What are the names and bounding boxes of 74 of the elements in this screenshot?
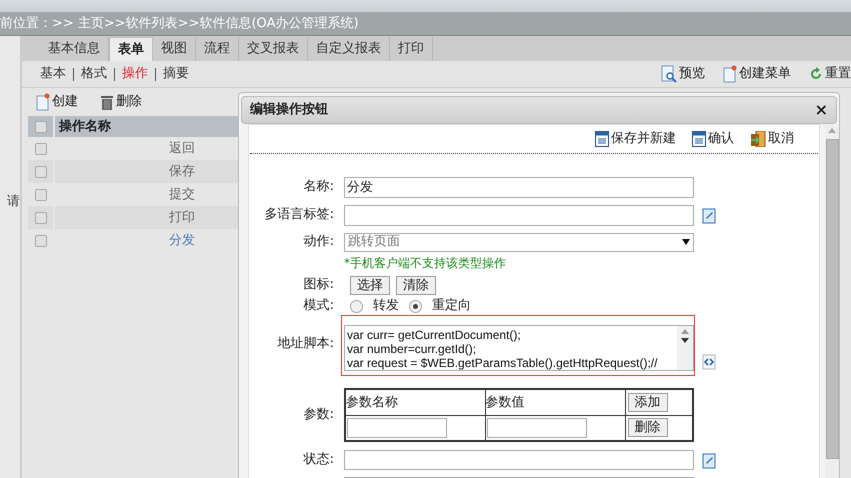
field-label: 地址脚本: [276,335,335,354]
magnifier-document-icon [661,65,677,83]
field-label: 名称: [302,178,335,196]
checkbox[interactable] [34,166,46,178]
label-field[interactable] [344,204,694,226]
checkbox[interactable] [34,120,46,132]
name-field[interactable]: 分发 [344,176,694,198]
radio-button[interactable] [409,300,422,312]
form-button[interactable]: 删除 [628,418,668,437]
table-cell[interactable]: 提交 [55,183,238,206]
table-cell[interactable]: 保存 [55,160,238,183]
table-cell[interactable]: 分发 [55,229,238,252]
code-icon[interactable] [702,354,716,370]
field-label: 状态: [302,451,335,470]
sub-tab[interactable]: 摘要 [163,64,189,84]
radio-label: 转发 [373,297,399,316]
table-cell[interactable]: 返回 [55,137,238,160]
save-icon [692,131,706,147]
action-select[interactable]: 跳转页面 [344,232,694,252]
checkbox[interactable] [34,212,46,224]
checkbox[interactable] [34,142,46,154]
code-line: var curr= getCurrentDocument(); [347,328,522,342]
form-button[interactable]: 清除 [396,276,436,294]
param-value-field[interactable] [486,418,586,438]
field-label: 动作: [302,233,335,252]
dropdown-arrow-icon [682,239,690,245]
door-exit-icon [750,131,766,147]
form-button[interactable]: 添加 [628,392,668,412]
column-header: 参数值 [485,389,625,415]
checkbox[interactable] [34,188,46,200]
edit-icon[interactable] [702,452,716,468]
trash-icon [100,94,114,110]
sub-tab[interactable]: 基本 [40,64,66,84]
dialog-title: 编辑操作按钮 [250,100,329,120]
refresh-icon [809,67,823,81]
scrollbar[interactable] [825,124,839,478]
toolbar-button[interactable]: 创建菜单 [723,64,791,84]
warning-note: *手机客户端不支持该类型操作 [344,255,506,272]
table-cell[interactable]: 打印 [55,206,238,229]
field-label: 参数: [302,406,335,424]
sub-tab[interactable]: 操作 [122,64,148,84]
edit-icon[interactable] [702,206,716,224]
field-label: 多语言标签: [264,206,335,224]
field-label: 图标: [302,276,335,294]
code-line: var request = $WEB.getParamsTable().getHttpRequest();// [347,356,658,370]
toolbar-button[interactable]: 创建 [36,92,78,112]
toolbar-button[interactable]: 预览 [661,64,705,84]
toolbar-button[interactable]: 取消 [750,129,794,149]
status-field[interactable] [344,450,694,470]
checkbox[interactable] [34,234,46,246]
toolbar-button[interactable]: 保存并新建 [595,129,676,149]
toolbar-button[interactable]: 删除 [100,92,142,112]
radio-label: 重定向 [432,297,471,316]
param-name-field[interactable] [347,418,447,438]
radio-button[interactable] [350,300,363,312]
code-line: var number=curr.getId(); [347,342,478,356]
form-button[interactable]: 选择 [350,276,390,294]
side-text: 请 [6,193,20,211]
field-label: 模式: [302,297,335,316]
scroll-down-icon[interactable] [681,338,689,343]
new-document-icon [723,65,737,83]
scroll-up-icon[interactable] [828,128,836,133]
close-button[interactable]: × [814,102,828,118]
column-header: 操作名称 [55,116,238,137]
sub-tab[interactable]: 格式 [81,64,107,84]
toolbar-button[interactable]: 重置 [809,64,851,84]
save-icon [595,131,609,147]
scroll-thumb[interactable] [826,139,838,459]
tab[interactable]: 表单 [109,37,153,61]
column-header: 参数名称 [345,389,485,415]
script-textarea[interactable]: var curr= getCurrentDocument(); var number=curr.getId(); var request = $WEB.getParamsTable().getHttpRequest();// [344,325,694,371]
breadcrumb: 前位置：>> 主页>>软件列表>>软件信息(OA办公管理系统) [0,14,359,33]
toolbar-button[interactable]: 确认 [692,129,734,149]
new-document-icon [36,93,50,111]
